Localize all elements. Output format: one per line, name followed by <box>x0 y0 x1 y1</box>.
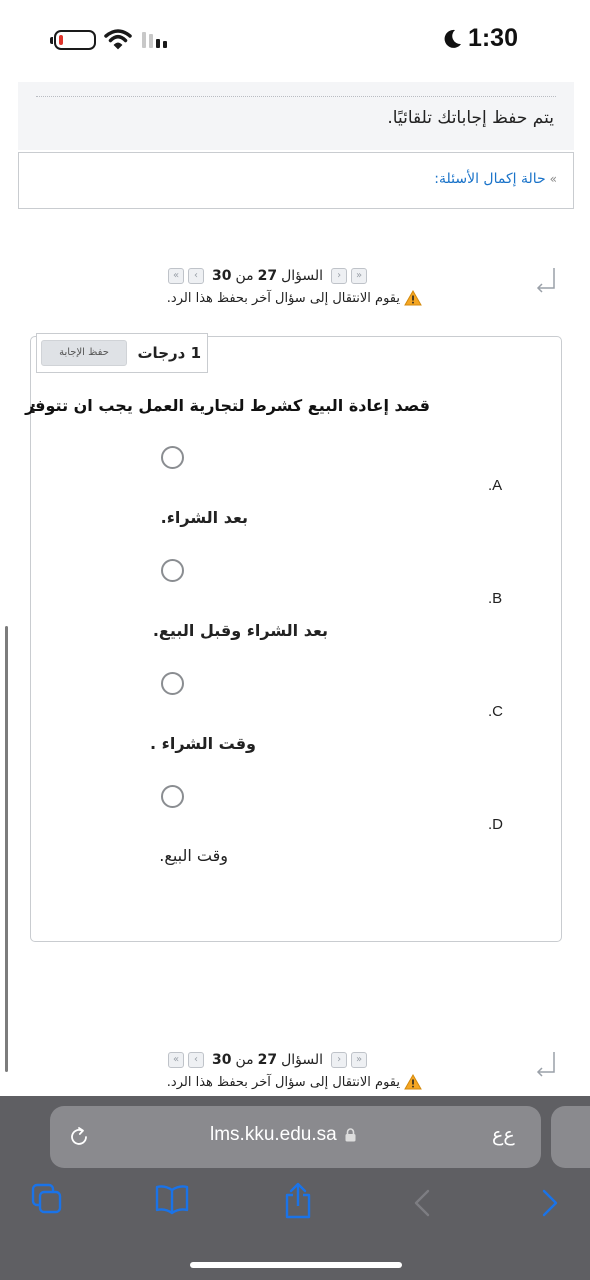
previous-question-button[interactable]: ‹ <box>188 268 204 284</box>
option-c-radio[interactable] <box>161 672 184 695</box>
next-question-button[interactable]: › <box>331 268 348 284</box>
question-navigation-bottom: « ‹ السؤال 27 من 30 › » يقوم الانتقال إل… <box>0 1046 590 1098</box>
question-info: حفظ الإجابة 1 درجات <box>36 333 208 373</box>
first-question-button[interactable]: « <box>168 1052 184 1068</box>
next-tab-preview[interactable] <box>551 1106 590 1168</box>
of-label: من <box>235 1052 254 1068</box>
previous-question-button[interactable]: ‹ <box>188 1052 204 1068</box>
reload-icon[interactable] <box>68 1126 90 1148</box>
signal-icon <box>142 30 167 48</box>
question-pager: « ‹ السؤال 27 من 30 › » <box>168 268 368 284</box>
autosave-text: يتم حفظ إجاباتك تلقائيًا. <box>387 108 554 128</box>
question-counter: السؤال 27 من 30 <box>212 1052 323 1068</box>
question-label: السؤال <box>281 1052 324 1068</box>
back-icon[interactable] <box>412 1188 432 1218</box>
url-display[interactable]: lms.kku.edu.sa <box>210 1124 356 1146</box>
last-question-button[interactable]: » <box>351 1052 368 1068</box>
page-settings-button[interactable]: ﻉﻉ <box>492 1124 515 1146</box>
address-bar[interactable]: lms.kku.edu.sa ﻉﻉ <box>50 1106 541 1168</box>
completion-status-label: حالة إكمال الأسئلة: <box>434 171 546 187</box>
option-b-text[interactable]: بعد الشراء وقبل البيع. <box>153 621 328 640</box>
return-arrow-icon <box>536 268 555 293</box>
option-c-letter: .C <box>488 703 503 720</box>
clock: 1:30 <box>442 24 518 53</box>
navigation-warning: يقوم الانتقال إلى سؤال آخر بحفظ هذا الرد… <box>167 1074 422 1090</box>
return-arrow-icon <box>536 1052 555 1077</box>
first-question-button[interactable]: « <box>168 268 184 284</box>
tabs-icon[interactable] <box>30 1182 64 1216</box>
divider <box>36 96 556 97</box>
total-questions: 30 <box>212 268 232 284</box>
question-pager: « ‹ السؤال 27 من 30 › » <box>168 1052 368 1068</box>
total-questions: 30 <box>212 1052 232 1068</box>
warning-icon <box>404 1074 422 1090</box>
navigation-warning-text: يقوم الانتقال إلى سؤال آخر بحفظ هذا الرد… <box>166 290 400 306</box>
warning-icon <box>404 290 422 306</box>
of-label: من <box>235 268 254 284</box>
lock-icon <box>345 1128 356 1142</box>
option-a-text[interactable]: بعد الشراء. <box>161 508 248 527</box>
option-c-text[interactable]: وقت الشراء . <box>150 734 256 753</box>
option-d-radio[interactable] <box>161 785 184 808</box>
question-counter: السؤال 27 من 30 <box>212 268 323 284</box>
option-d-text[interactable]: وقت البيع. <box>159 846 228 865</box>
wifi-icon <box>104 29 132 50</box>
current-question-number: 27 <box>257 1052 278 1068</box>
double-chevron-down-icon: » <box>549 172 557 186</box>
option-a-letter: .A <box>488 477 503 494</box>
question-colon: : <box>30 398 37 417</box>
option-a-radio[interactable] <box>161 446 184 469</box>
option-d-letter: .D <box>488 816 503 833</box>
status-bar: 1:30 <box>0 0 590 82</box>
autosave-panel: يتم حفظ إجاباتك تلقائيًا. <box>18 82 574 150</box>
current-question-number: 27 <box>257 268 278 284</box>
bookmarks-icon[interactable] <box>154 1182 190 1216</box>
question-label: السؤال <box>281 268 324 284</box>
navigation-warning: يقوم الانتقال إلى سؤال آخر بحفظ هذا الرد… <box>167 290 422 306</box>
share-icon[interactable] <box>282 1182 314 1220</box>
moon-icon <box>444 29 461 48</box>
url-text: lms.kku.edu.sa <box>210 1124 337 1145</box>
save-answer-button[interactable]: حفظ الإجابة <box>41 340 127 366</box>
option-b-letter: .B <box>488 590 503 607</box>
completion-status-panel: » حالة إكمال الأسئلة: <box>18 152 574 209</box>
question-text: قصد إعادة البيع كشرط لتجارية العمل يجب ا… <box>25 396 430 415</box>
navigation-warning-text: يقوم الانتقال إلى سؤال آخر بحفظ هذا الرد… <box>166 1074 400 1090</box>
battery-icon <box>50 30 96 50</box>
scroll-indicator[interactable] <box>5 626 8 1072</box>
forward-icon[interactable] <box>540 1188 560 1218</box>
home-indicator <box>190 1262 402 1268</box>
next-question-button[interactable]: › <box>331 1052 348 1068</box>
browser-toolbar: lms.kku.edu.sa ﻉﻉ <box>0 1096 590 1280</box>
last-question-button[interactable]: » <box>351 268 368 284</box>
option-b-radio[interactable] <box>161 559 184 582</box>
status-time: 1:30 <box>467 24 518 52</box>
question-navigation-top: « ‹ السؤال 27 من 30 › » يقوم الانتقال إل… <box>0 262 590 314</box>
question-grade: 1 درجات <box>137 344 201 362</box>
completion-status-link[interactable]: » حالة إكمال الأسئلة: <box>434 171 557 187</box>
